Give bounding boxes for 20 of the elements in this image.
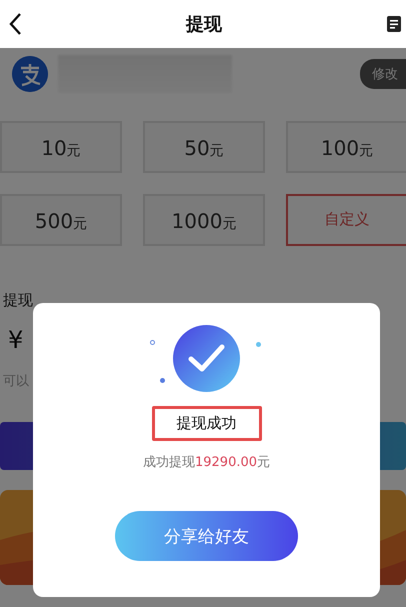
check-icon bbox=[173, 325, 240, 392]
payment-app-icon bbox=[12, 56, 48, 92]
back-icon[interactable] bbox=[8, 12, 22, 36]
sparkle-icon bbox=[160, 378, 165, 383]
amount-option[interactable]: 1000元 bbox=[143, 194, 265, 246]
amount-label: 提现 bbox=[3, 291, 33, 310]
amount-option[interactable]: 500元 bbox=[0, 194, 122, 246]
currency-symbol: ¥ bbox=[8, 326, 24, 354]
dialog-title: 提现成功 bbox=[152, 406, 262, 441]
amount-option[interactable]: 50元 bbox=[143, 121, 265, 173]
amount-option[interactable]: 10元 bbox=[0, 121, 122, 173]
edit-button[interactable]: 修改 bbox=[360, 59, 406, 89]
custom-amount-option[interactable]: 自定义 bbox=[286, 194, 406, 246]
sparkle-icon bbox=[150, 340, 155, 345]
page-title: 提现 bbox=[186, 13, 222, 36]
sparkle-icon bbox=[256, 342, 261, 347]
amount-option[interactable]: 100元 bbox=[286, 121, 406, 173]
menu-icon[interactable] bbox=[386, 15, 402, 33]
share-button[interactable]: 分享给好友 bbox=[115, 511, 298, 561]
success-message: 成功提现19290.00元 bbox=[142, 454, 270, 471]
